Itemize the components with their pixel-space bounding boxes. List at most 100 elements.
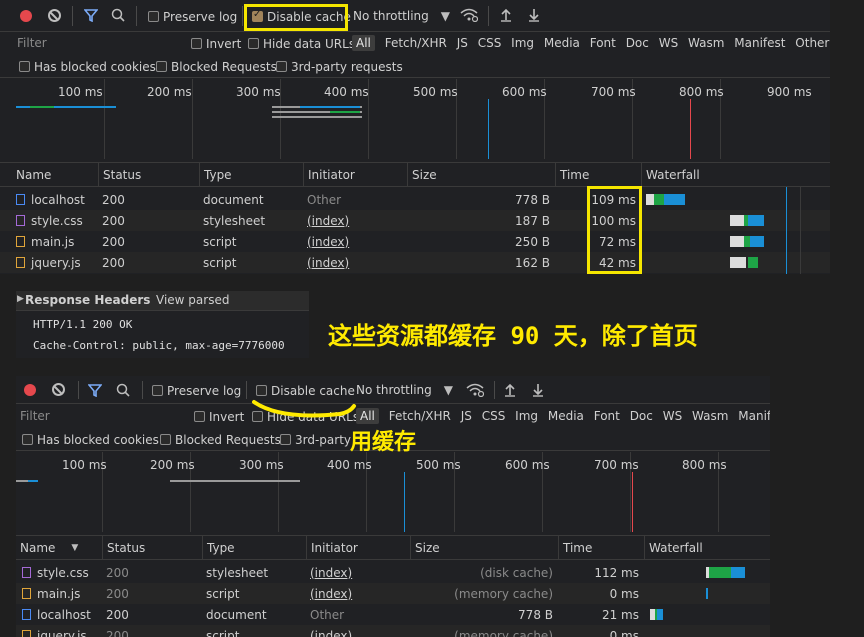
tick-label: 100 ms [62, 458, 107, 472]
record-icon[interactable] [24, 384, 36, 396]
type-filter-manifest[interactable]: Manifest [738, 409, 770, 423]
type-filter-fetch[interactable]: Fetch/XHR [389, 409, 451, 423]
filter-input[interactable]: Filter [20, 409, 50, 423]
throttling-select[interactable]: No throttling ▼ [353, 9, 450, 23]
type-filter-js[interactable]: JS [461, 409, 472, 423]
table-row[interactable]: style.css 200 stylesheet (index) (disk c… [16, 562, 770, 583]
top-overview-timeline[interactable]: 100 ms 200 ms 300 ms 400 ms 500 ms 600 m… [0, 79, 830, 159]
col-name[interactable]: Name [12, 163, 98, 186]
type-filter-css[interactable]: CSS [482, 409, 506, 423]
tick-label: 800 ms [682, 458, 727, 472]
type-filter-doc[interactable]: Doc [626, 36, 649, 50]
row-name: style.css [37, 565, 89, 580]
import-har-icon[interactable] [504, 383, 516, 400]
record-icon[interactable] [20, 10, 32, 22]
row-initiator[interactable]: (index) [303, 210, 407, 231]
row-initiator[interactable]: (index) [306, 562, 410, 583]
col-status[interactable]: Status [98, 163, 199, 186]
table-row[interactable]: jquery.js 200 script (index) 162 B 42 ms [0, 252, 830, 273]
search-icon[interactable] [111, 8, 125, 25]
bottom-overview-timeline[interactable]: 100 ms 200 ms 300 ms 400 ms 500 ms 600 m… [16, 452, 770, 532]
row-status: 200 [102, 255, 125, 270]
col-size[interactable]: Size [410, 536, 558, 559]
type-filter-ws[interactable]: WS [663, 409, 682, 423]
col-status[interactable]: Status [102, 536, 202, 559]
type-filter-other[interactable]: Other [795, 36, 829, 50]
throttling-select[interactable]: No throttling ▼ [356, 383, 453, 397]
resource-type-filters: All Fetch/XHR JS CSS Img Media Font Doc … [352, 35, 829, 51]
type-filter-wasm[interactable]: Wasm [692, 409, 728, 423]
type-filter-manifest[interactable]: Manifest [734, 36, 785, 50]
tick-label: 900 ms [767, 85, 812, 99]
col-type[interactable]: Type [199, 163, 303, 186]
type-filter-media[interactable]: Media [548, 409, 584, 423]
filter-icon[interactable] [87, 383, 103, 400]
col-initiator[interactable]: Initiator [306, 536, 410, 559]
export-har-icon[interactable] [528, 8, 540, 25]
blocked-cookies-checkbox[interactable]: Has blocked cookies [22, 432, 159, 447]
type-filter-css[interactable]: CSS [478, 36, 502, 50]
table-row[interactable]: localhost 200 document Other 778 B 109 m… [0, 189, 830, 210]
type-filter-fetch[interactable]: Fetch/XHR [385, 36, 447, 50]
col-time[interactable]: Time [555, 163, 641, 186]
script-icon [22, 588, 31, 599]
type-filter-img[interactable]: Img [511, 36, 534, 50]
export-har-icon[interactable] [532, 383, 544, 400]
filter-icon[interactable] [83, 8, 99, 25]
hide-data-urls-checkbox[interactable]: Hide data URLs [248, 36, 355, 51]
col-waterfall[interactable]: Waterfall [644, 536, 770, 559]
type-filter-font[interactable]: Font [594, 409, 620, 423]
table-row[interactable]: jquery.js 200 script (index) (memory cac… [16, 625, 770, 637]
bottom-network-panel: Preserve log Disable cache No throttling… [16, 376, 770, 637]
response-headers-title[interactable]: Response Headers [25, 293, 150, 307]
invert-checkbox[interactable]: Invert [194, 409, 244, 424]
type-filter-font[interactable]: Font [590, 36, 616, 50]
table-row[interactable]: main.js 200 script (index) (memory cache… [16, 583, 770, 604]
row-size: 778 B [515, 192, 550, 207]
preserve-log-checkbox[interactable]: Preserve log [148, 9, 237, 24]
bottom-table-header: Name ▼ Status Type Initiator Size Time W… [16, 535, 770, 560]
search-icon[interactable] [116, 383, 130, 400]
third-party-checkbox[interactable]: 3rd-party requests [276, 59, 403, 74]
col-waterfall[interactable]: Waterfall [641, 163, 830, 186]
table-row[interactable]: main.js 200 script (index) 250 B 72 ms [0, 231, 830, 252]
third-party-checkbox[interactable]: 3rd-party [280, 432, 351, 447]
col-initiator[interactable]: Initiator [303, 163, 407, 186]
clear-icon[interactable] [48, 9, 61, 22]
invert-checkbox[interactable]: Invert [191, 36, 241, 51]
row-initiator[interactable]: (index) [306, 583, 410, 604]
blocked-requests-checkbox[interactable]: Blocked Requests [156, 59, 277, 74]
filter-input[interactable]: Filter [17, 36, 47, 50]
col-type[interactable]: Type [202, 536, 306, 559]
table-row[interactable]: localhost 200 document Other 778 B 21 ms [16, 604, 770, 625]
network-conditions-icon[interactable] [460, 8, 479, 25]
row-initiator[interactable]: (index) [303, 231, 407, 252]
blocked-requests-checkbox[interactable]: Blocked Requests [160, 432, 281, 447]
type-filter-doc[interactable]: Doc [630, 409, 653, 423]
waterfall-bar [706, 588, 708, 599]
col-name[interactable]: Name [20, 541, 55, 555]
col-size[interactable]: Size [407, 163, 555, 186]
annotation-cache-90-days: 这些资源都缓存 90 天，除了首页 [328, 322, 698, 350]
clear-icon[interactable] [52, 383, 65, 396]
waterfall-bar [730, 257, 746, 268]
row-status: 200 [102, 192, 125, 207]
network-conditions-icon[interactable] [466, 383, 485, 400]
type-filter-img[interactable]: Img [515, 409, 538, 423]
row-initiator[interactable]: (index) [306, 625, 410, 637]
type-filter-all[interactable]: All [352, 35, 375, 51]
section-toggle-icon[interactable]: ▶ [17, 294, 24, 304]
row-initiator[interactable]: (index) [303, 252, 407, 273]
import-har-icon[interactable] [500, 8, 512, 25]
type-filter-js[interactable]: JS [457, 36, 468, 50]
type-filter-media[interactable]: Media [544, 36, 580, 50]
script-icon [16, 257, 25, 268]
preserve-log-checkbox[interactable]: Preserve log [152, 383, 241, 398]
table-row[interactable]: style.css 200 stylesheet (index) 187 B 1… [0, 210, 830, 231]
type-filter-ws[interactable]: WS [659, 36, 678, 50]
col-time[interactable]: Time [558, 536, 644, 559]
row-type: script [203, 255, 237, 270]
blocked-cookies-checkbox[interactable]: Has blocked cookies [19, 59, 156, 74]
view-parsed-link[interactable]: View parsed [156, 293, 229, 307]
type-filter-wasm[interactable]: Wasm [688, 36, 724, 50]
